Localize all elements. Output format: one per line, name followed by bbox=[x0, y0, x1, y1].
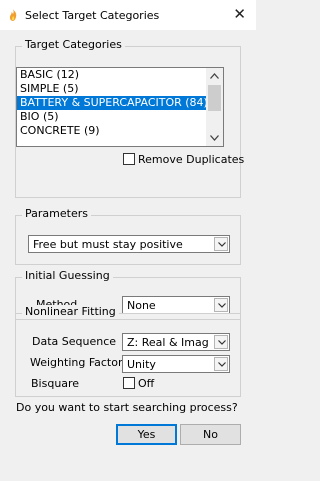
chevron-down-icon[interactable] bbox=[214, 335, 228, 349]
parameters-legend: Parameters bbox=[22, 207, 91, 220]
chevron-down-icon[interactable] bbox=[214, 357, 228, 371]
window-title: Select Target Categories bbox=[25, 9, 160, 22]
remove-duplicates-checkbox[interactable] bbox=[123, 153, 135, 165]
list-item[interactable]: CONCRETE (9) bbox=[17, 124, 206, 138]
method-select[interactable]: None bbox=[122, 296, 230, 314]
start-search-question: Do you want to start searching process? bbox=[16, 401, 238, 414]
chevron-down-icon[interactable] bbox=[214, 298, 228, 312]
parameters-select[interactable]: Free but must stay positive bbox=[28, 235, 230, 253]
weighting-factor-label: Weighting Factor bbox=[30, 356, 123, 369]
target-categories-legend: Target Categories bbox=[22, 38, 125, 51]
list-item[interactable]: BASIC (12) bbox=[17, 68, 206, 82]
list-item[interactable]: BIO (5) bbox=[17, 110, 206, 124]
scroll-down-icon[interactable] bbox=[206, 130, 223, 146]
weighting-factor-select[interactable]: Unity bbox=[122, 355, 230, 373]
categories-listbox[interactable]: BASIC (12) SIMPLE (5) BATTERY & SUPERCAP… bbox=[16, 67, 224, 147]
method-select-value: None bbox=[127, 299, 156, 312]
yes-button[interactable]: Yes bbox=[116, 424, 177, 445]
list-item[interactable]: SIMPLE (5) bbox=[17, 82, 206, 96]
bisquare-label: Bisquare bbox=[31, 377, 80, 390]
data-sequence-select[interactable]: Z: Real & Imag bbox=[122, 333, 230, 351]
bisquare-checkbox-label[interactable]: Off bbox=[138, 377, 154, 390]
scroll-up-icon[interactable] bbox=[206, 68, 223, 84]
initial-guessing-legend: Initial Guessing bbox=[22, 269, 113, 282]
nonlinear-fitting-legend: Nonlinear Fitting bbox=[22, 305, 119, 318]
parameters-select-value: Free but must stay positive bbox=[33, 238, 183, 251]
chevron-down-icon[interactable] bbox=[214, 237, 228, 251]
data-sequence-label: Data Sequence bbox=[32, 335, 117, 348]
no-button[interactable]: No bbox=[180, 424, 241, 445]
flame-icon bbox=[6, 8, 20, 22]
list-item-selected[interactable]: BATTERY & SUPERCAPACITOR (84) bbox=[17, 96, 208, 110]
remove-duplicates-label[interactable]: Remove Duplicates bbox=[138, 153, 244, 166]
bisquare-checkbox[interactable] bbox=[123, 377, 135, 389]
listbox-scrollbar[interactable] bbox=[206, 68, 223, 146]
scroll-thumb[interactable] bbox=[208, 85, 221, 111]
title-bar: Select Target Categories ✕ bbox=[0, 0, 256, 30]
weighting-factor-select-value: Unity bbox=[127, 358, 156, 371]
data-sequence-select-value: Z: Real & Imag bbox=[127, 336, 209, 349]
close-icon[interactable]: ✕ bbox=[233, 6, 246, 22]
